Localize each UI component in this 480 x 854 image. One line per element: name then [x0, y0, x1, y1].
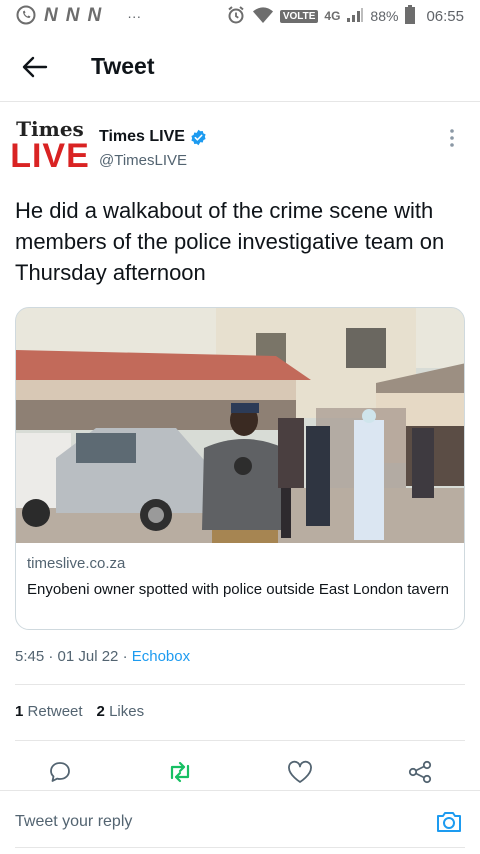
tweet-timestamp: 5:45 · 01 Jul 22 · Echobox	[15, 648, 190, 665]
share-icon	[408, 760, 432, 784]
card-image[interactable]	[16, 308, 464, 543]
signal-icon	[346, 7, 364, 26]
battery-percent: 88%	[370, 8, 399, 24]
reply-button[interactable]	[40, 755, 80, 789]
top-app-bar: Tweet	[0, 32, 480, 102]
verified-badge-icon	[191, 129, 206, 145]
retweet-icon	[170, 761, 190, 783]
camera-icon	[437, 812, 461, 832]
camera-button[interactable]	[434, 807, 464, 837]
share-button[interactable]	[400, 755, 440, 789]
reply-underline	[15, 847, 465, 848]
avatar[interactable]: Times LIVE	[10, 118, 89, 180]
likes-label: Likes	[109, 703, 145, 720]
alarm-icon	[226, 5, 246, 28]
reply-input[interactable]	[15, 813, 395, 831]
source-link[interactable]: Echobox	[132, 648, 190, 665]
divider	[15, 740, 465, 741]
tweet-text: He did a walkabout of the crime scene wi…	[15, 198, 445, 285]
author-name-text: Times LIVE	[99, 128, 185, 145]
n-icon: N	[44, 5, 58, 26]
author-name[interactable]: Times LIVE	[99, 128, 207, 146]
clock: 06:55	[426, 7, 464, 25]
n-icon: N	[65, 5, 80, 26]
tweet-actions	[0, 755, 480, 789]
network-type: 4G	[324, 9, 341, 23]
status-bar: N N N ··· VOLTE 4G 88% 06:55	[0, 0, 480, 32]
heart-icon	[288, 760, 312, 783]
more-notifications-icon: ···	[127, 8, 142, 24]
retweet-count: 1	[15, 703, 24, 720]
wifi-icon	[252, 6, 274, 27]
tweet-author: Times LIVE Times LIVE @TimesLIVE	[10, 118, 464, 188]
card-domain: timeslive.co.za	[27, 555, 126, 572]
page-title: Tweet	[91, 53, 155, 79]
retweet-button[interactable]	[160, 755, 200, 789]
retweet-label: Retweet	[27, 703, 83, 720]
battery-icon	[404, 4, 416, 28]
likes-stat[interactable]: 2 Likes	[97, 703, 145, 720]
more-options-button[interactable]	[440, 124, 464, 152]
n-icon: N	[87, 5, 102, 26]
engagement-stats: 1 Retweet 2 Likes	[15, 703, 144, 720]
crime-scene-photo	[16, 308, 464, 543]
reply-icon	[50, 762, 70, 782]
author-handle: @TimesLIVE	[99, 152, 188, 169]
volte-badge: VOLTE	[279, 9, 319, 23]
whatsapp-icon	[16, 5, 36, 28]
reply-bar	[0, 790, 480, 854]
arrow-left-icon	[22, 56, 48, 77]
like-button[interactable]	[280, 755, 320, 789]
divider	[15, 684, 465, 685]
timestamp-text: 5:45 · 01 Jul 22 ·	[15, 648, 132, 665]
likes-count: 2	[96, 703, 105, 720]
more-vertical-icon	[450, 129, 454, 147]
card-title: Enyobeni owner spotted with police outsi…	[27, 581, 449, 598]
logo-live-text: LIVE	[10, 137, 90, 175]
back-button[interactable]	[0, 32, 70, 102]
link-card[interactable]: timeslive.co.za Enyobeni owner spotted w…	[15, 307, 465, 630]
retweet-stat[interactable]: 1 Retweet	[15, 703, 83, 720]
